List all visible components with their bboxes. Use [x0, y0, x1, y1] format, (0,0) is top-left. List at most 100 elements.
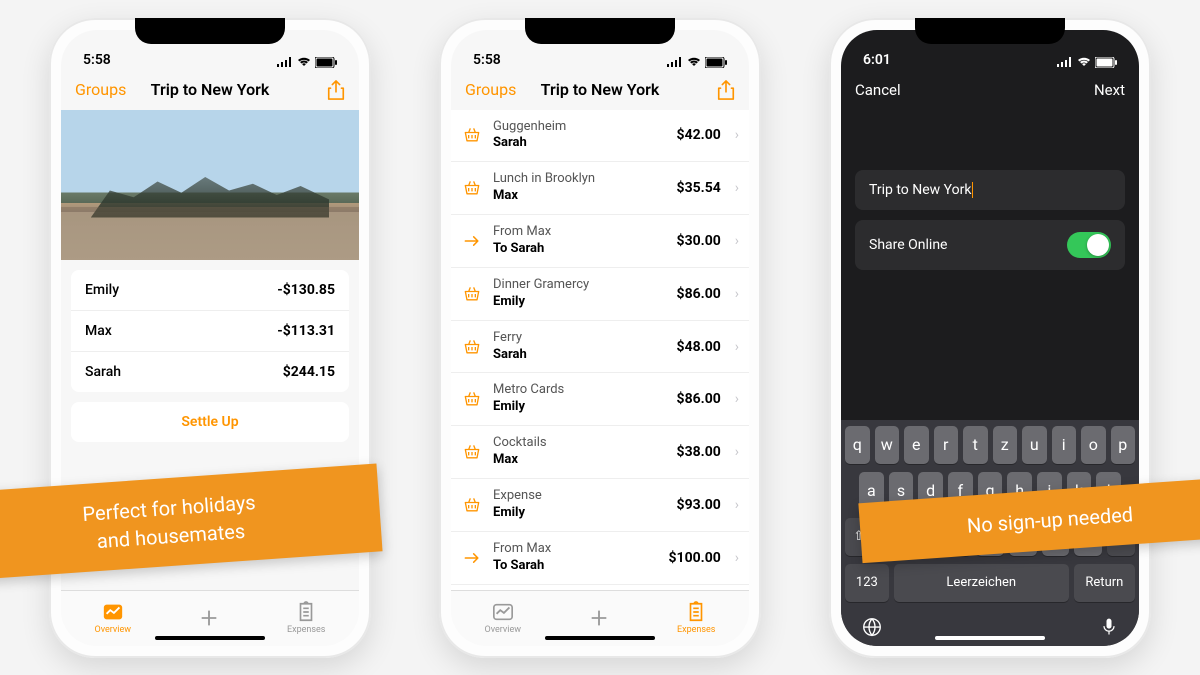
expense-amount: $100.00	[669, 550, 721, 566]
basket-icon	[461, 336, 483, 358]
globe-icon[interactable]	[861, 616, 883, 638]
tab-expenses[interactable]: Expenses	[287, 601, 325, 635]
expense-amount: $48.00	[677, 339, 721, 355]
key-z[interactable]: z	[993, 426, 1018, 464]
next-button[interactable]: Next	[1094, 81, 1125, 99]
share-button[interactable]	[717, 80, 735, 100]
key-u[interactable]: u	[1022, 426, 1047, 464]
plus-icon	[198, 607, 220, 629]
balance-row[interactable]: Emily-$130.85	[71, 270, 349, 311]
signal-icon	[277, 57, 293, 67]
expense-title: Cocktails	[493, 435, 667, 452]
basket-icon	[461, 388, 483, 410]
tab-add[interactable]	[198, 607, 220, 629]
expense-row[interactable]: From MaxTo Sarah$30.00›	[451, 215, 749, 268]
key-t[interactable]: t	[963, 426, 988, 464]
expense-title: Ferry	[493, 330, 667, 347]
home-indicator[interactable]	[545, 636, 655, 640]
status-icons	[667, 57, 727, 68]
expense-row[interactable]: Metro CardsEmily $86.00 ›	[451, 373, 749, 426]
chevron-right-icon: ›	[735, 127, 739, 143]
share-online-toggle[interactable]	[1067, 232, 1111, 258]
key-i[interactable]: i	[1052, 426, 1077, 464]
basket-icon	[461, 177, 483, 199]
chevron-right-icon: ›	[735, 339, 739, 355]
expenses-icon	[295, 601, 317, 623]
status-time: 5:58	[473, 52, 501, 68]
wifi-icon	[297, 57, 311, 67]
share-icon	[717, 80, 735, 100]
tab-add[interactable]	[588, 607, 610, 629]
home-indicator[interactable]	[155, 636, 265, 640]
expense-amount: $86.00	[677, 391, 721, 407]
balance-row[interactable]: Sarah$244.15	[71, 352, 349, 392]
expense-row[interactable]: ExpenseEmily$93.00›	[451, 479, 749, 532]
key-o[interactable]: o	[1081, 426, 1106, 464]
chevron-right-icon: ›	[735, 180, 739, 196]
chevron-right-icon: ›	[735, 391, 739, 407]
expense-amount: $42.00	[677, 127, 721, 143]
expense-title: From Max	[493, 541, 659, 558]
overview-icon	[492, 601, 514, 623]
wifi-icon	[687, 57, 701, 67]
expense-title: Dinner Gramercy	[493, 277, 667, 294]
key-e[interactable]: e	[904, 426, 929, 464]
key-p[interactable]: p	[1111, 426, 1136, 464]
wifi-icon	[1077, 57, 1091, 67]
signal-icon	[667, 57, 683, 67]
expense-subtitle: Max	[493, 452, 667, 469]
expense-amount: $35.54	[677, 180, 721, 196]
balance-row[interactable]: Max-$113.31	[71, 311, 349, 352]
chevron-right-icon: ›	[735, 497, 739, 513]
expense-subtitle: Emily	[493, 399, 667, 416]
home-indicator[interactable]	[935, 636, 1045, 640]
back-button[interactable]: Groups	[465, 80, 516, 99]
expense-row[interactable]: Lunch in BrooklynMax$35.54›	[451, 162, 749, 215]
back-button[interactable]: Groups	[75, 80, 126, 99]
expense-title: Lunch in Brooklyn	[493, 171, 667, 188]
expense-row[interactable]: CocktailsMax$38.00›	[451, 426, 749, 479]
expense-amount: $93.00	[677, 497, 721, 513]
expenses-icon	[685, 601, 707, 623]
key-return[interactable]: Return	[1074, 564, 1135, 602]
transfer-icon	[461, 230, 483, 252]
expense-list[interactable]: GuggenheimSarah$42.00›Lunch in BrooklynM…	[451, 110, 749, 590]
basket-icon	[461, 441, 483, 463]
expense-row[interactable]: FerrySarah$48.00›	[451, 321, 749, 374]
key-space[interactable]: Leerzeichen	[894, 564, 1069, 602]
cancel-button[interactable]: Cancel	[855, 81, 901, 99]
expense-row[interactable]: GuggenheimSarah$42.00›	[451, 110, 749, 163]
expense-amount: $86.00	[677, 286, 721, 302]
notch	[525, 18, 675, 44]
expense-row[interactable]: From MaxTo Sarah$100.00›	[451, 532, 749, 585]
overview-icon	[102, 601, 124, 623]
share-icon	[327, 80, 345, 100]
expense-row[interactable]: Dinner GramercyEmily$86.00›	[451, 268, 749, 321]
basket-icon	[461, 283, 483, 305]
plus-icon	[588, 607, 610, 629]
nav-bar: Cancel Next	[841, 70, 1139, 110]
expense-subtitle: To Sarah	[493, 241, 667, 258]
status-icons	[277, 57, 337, 68]
share-button[interactable]	[327, 80, 345, 100]
battery-icon	[315, 57, 337, 68]
chevron-right-icon: ›	[735, 444, 739, 460]
key-numbers[interactable]: 123	[845, 564, 889, 602]
settle-up-button[interactable]: Settle Up	[71, 402, 349, 442]
expense-title: Metro Cards	[493, 382, 667, 399]
notch	[915, 18, 1065, 44]
key-q[interactable]: q	[845, 426, 870, 464]
balances-card: Emily-$130.85 Max-$113.31 Sarah$244.15	[71, 270, 349, 392]
expense-subtitle: Emily	[493, 505, 667, 522]
trip-name-field[interactable]: Trip to New York	[855, 170, 1125, 210]
nav-bar: Groups Trip to New York	[61, 70, 359, 110]
status-icons	[1057, 57, 1117, 68]
mic-icon[interactable]	[1099, 616, 1119, 638]
tab-expenses[interactable]: Expenses	[677, 601, 715, 635]
tab-overview[interactable]: Overview	[485, 601, 521, 635]
battery-icon	[705, 57, 727, 68]
share-online-label: Share Online	[869, 237, 947, 253]
key-r[interactable]: r	[934, 426, 959, 464]
key-w[interactable]: w	[875, 426, 900, 464]
tab-overview[interactable]: Overview	[95, 601, 131, 635]
